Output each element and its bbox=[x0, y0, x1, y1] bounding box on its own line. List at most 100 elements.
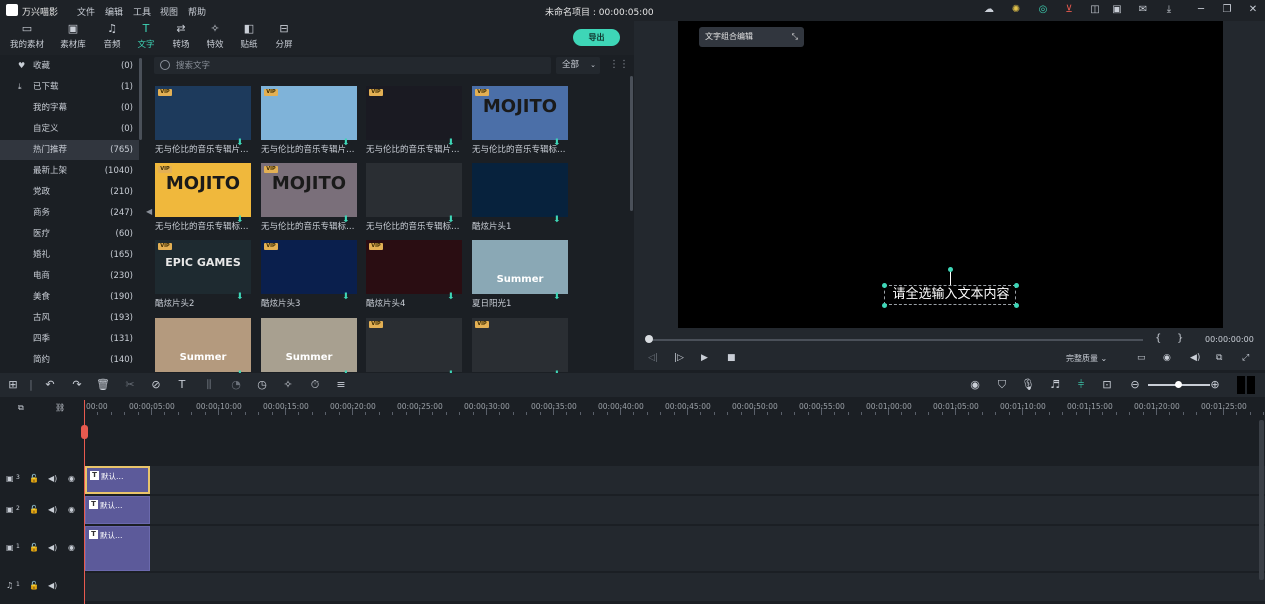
sidebar-item-medical[interactable]: 医疗 (60) bbox=[0, 224, 139, 244]
resize-handle-br[interactable] bbox=[1014, 303, 1019, 308]
cloud-icon[interactable]: ☁ bbox=[983, 4, 995, 16]
template-card[interactable]: ⬇ 酷炫片头1 bbox=[472, 163, 568, 232]
color-icon[interactable]: ◔ bbox=[229, 378, 243, 392]
template-card[interactable]: EPIC GAMES VIP ⬇ 酷炫片头2 bbox=[155, 240, 251, 309]
layout-toggle-right[interactable] bbox=[1247, 376, 1255, 394]
sidebar-item-wedding[interactable]: 婚礼 (165) bbox=[0, 245, 139, 265]
text-add-icon[interactable]: T bbox=[175, 378, 189, 392]
duration-icon[interactable]: ⏱ bbox=[308, 378, 322, 392]
no-speed-icon[interactable]: ⊘ bbox=[149, 378, 163, 392]
lock-icon[interactable]: 🔓 bbox=[29, 474, 39, 483]
microphone-icon[interactable]: 🎙 bbox=[1021, 378, 1035, 392]
layout-toggle-left[interactable] bbox=[1237, 376, 1245, 394]
menu-view[interactable]: 视图 bbox=[160, 5, 178, 18]
template-card[interactable]: VIP ⬇ 无与伦比的音乐专辑片… bbox=[366, 86, 462, 155]
sidebar-item-favorites[interactable]: ♥ 收藏 (0) bbox=[0, 56, 139, 76]
lightbulb-icon[interactable]: ✺ bbox=[1010, 4, 1022, 16]
template-card[interactable]: MOJITO VIP ⬇ 无与伦比的音乐专辑标… bbox=[155, 163, 251, 232]
template-card[interactable]: VIP ⬇ 无与伦比的音乐专辑片… bbox=[261, 86, 357, 155]
rotation-handle[interactable] bbox=[948, 267, 953, 272]
delete-icon[interactable]: 🗑 bbox=[96, 378, 110, 392]
track-row-3[interactable] bbox=[84, 466, 1265, 494]
collapse-sidebar-icon[interactable]: ◀ bbox=[146, 207, 152, 217]
monitor-icon[interactable]: ▭ bbox=[1137, 353, 1146, 363]
export-button[interactable]: 导出 bbox=[573, 29, 620, 46]
menu-edit[interactable]: 编辑 bbox=[105, 5, 123, 18]
quality-dropdown[interactable]: 完整质量 ⌄ bbox=[1066, 352, 1124, 366]
sidebar-item-seasons[interactable]: 四季 (131) bbox=[0, 329, 139, 349]
sidebar-item-simple[interactable]: 简约 (140) bbox=[0, 350, 139, 370]
resize-handle-tr[interactable] bbox=[1014, 283, 1019, 288]
layout-icon[interactable]: ⊞ bbox=[6, 378, 20, 392]
overlay-text[interactable]: 请全选输入文本内容 bbox=[885, 285, 1017, 305]
next-frame-icon[interactable]: |▷ bbox=[674, 353, 684, 363]
marker-icon[interactable]: ⛉ bbox=[995, 378, 1009, 392]
previous-frame-icon[interactable]: ◁| bbox=[648, 353, 658, 363]
zoom-out-icon[interactable]: ⊖ bbox=[1128, 378, 1142, 392]
sidebar-item-ecommerce[interactable]: 电商 (230) bbox=[0, 266, 139, 286]
eye-icon[interactable]: ◉ bbox=[68, 474, 75, 483]
lock-icon[interactable]: 🔓 bbox=[29, 505, 39, 514]
text-clip-track-2[interactable]: T 默认… bbox=[85, 496, 150, 524]
track-row-1[interactable] bbox=[84, 526, 1265, 571]
speed-icon[interactable]: ◷ bbox=[255, 378, 269, 392]
grid-view-icon[interactable]: ⋮⋮ bbox=[609, 59, 629, 71]
timeline-scrollbar[interactable] bbox=[1259, 420, 1264, 580]
stop-icon[interactable]: ■ bbox=[727, 353, 736, 363]
audio-icon[interactable]: ⫼ bbox=[202, 378, 216, 392]
text-clip-track-3[interactable]: T 默认… bbox=[85, 466, 150, 494]
cart-icon[interactable]: ⊻ bbox=[1063, 4, 1075, 16]
account-icon[interactable]: ◫ bbox=[1089, 4, 1101, 16]
playback-progress-bar[interactable] bbox=[649, 339, 1143, 341]
cut-icon[interactable]: ✂ bbox=[123, 378, 137, 392]
sidebar-item-party[interactable]: 党政 (210) bbox=[0, 182, 139, 202]
template-card[interactable]: VIP ⬇ 酷炫片头4 bbox=[366, 240, 462, 309]
template-card[interactable]: VIP ⬇ 无与伦比的音乐专辑片… bbox=[155, 86, 251, 155]
snapshot-icon[interactable]: ◉ bbox=[1163, 353, 1171, 363]
text-clip-track-1[interactable]: T 默认… bbox=[85, 526, 150, 571]
add-track-icon[interactable]: ⧉ bbox=[18, 403, 24, 413]
undo-icon[interactable]: ↶ bbox=[43, 378, 57, 392]
zoom-knob[interactable] bbox=[1175, 381, 1182, 388]
menu-tools[interactable]: 工具 bbox=[133, 5, 151, 18]
template-card[interactable]: VIP ⬇ 酷炫片头3 bbox=[261, 240, 357, 309]
template-card[interactable]: Summer ⬇ 夏日阳光1 bbox=[472, 240, 568, 309]
playhead-handle[interactable] bbox=[81, 425, 88, 439]
audio-track-row[interactable] bbox=[84, 573, 1265, 601]
eye-icon[interactable]: ◉ bbox=[68, 505, 75, 514]
speaker-icon[interactable]: ◀) bbox=[48, 505, 57, 514]
mark-out-button[interactable]: } bbox=[1177, 333, 1183, 344]
download-manager-icon[interactable]: ⤓ bbox=[1163, 4, 1175, 16]
tab-stock-media[interactable]: ▣ 素材库 bbox=[51, 21, 95, 55]
mark-in-button[interactable]: { bbox=[1155, 333, 1161, 344]
popout-icon[interactable]: ⧉ bbox=[1216, 353, 1222, 363]
zoom-in-icon[interactable]: ⊕ bbox=[1208, 378, 1222, 392]
render-icon[interactable]: ◉ bbox=[968, 378, 982, 392]
save-icon[interactable]: ▣ bbox=[1111, 4, 1123, 16]
speaker-icon[interactable]: ◀) bbox=[48, 474, 57, 483]
tab-my-media[interactable]: ▭ 我的素材 bbox=[5, 21, 49, 55]
close-icon[interactable]: ✕ bbox=[1247, 4, 1259, 16]
timeline-ruler[interactable]: 00:00 00:00:05:00 00:00:10:00 00:00:15:00 00… bbox=[84, 400, 1265, 418]
link-icon[interactable]: ⛓ bbox=[55, 403, 65, 412]
filter-dropdown[interactable]: 全部 ⌄ bbox=[556, 57, 600, 74]
restore-icon[interactable]: ❐ bbox=[1221, 4, 1233, 16]
sidebar-item-downloaded[interactable]: ⤓ 已下载 (1) bbox=[0, 77, 139, 97]
speaker-icon[interactable]: ◀) bbox=[48, 581, 57, 590]
sidebar-item-ancient[interactable]: 古风 (193) bbox=[0, 308, 139, 328]
text-combo-edit-button[interactable]: 文字组合编辑 ⤡ bbox=[699, 27, 804, 47]
play-icon[interactable]: ▶ bbox=[701, 353, 708, 363]
fullscreen-icon[interactable]: ⤢ bbox=[1242, 353, 1249, 363]
redo-icon[interactable]: ↷ bbox=[70, 378, 84, 392]
sidebar-item-hot[interactable]: 热门推荐 (765) bbox=[0, 140, 139, 160]
sidebar-item-custom[interactable]: 自定义 (0) bbox=[0, 119, 139, 139]
mail-icon[interactable]: ✉ bbox=[1137, 4, 1149, 16]
template-card[interactable]: MOJITO VIP ⬇ 无与伦比的音乐专辑标… bbox=[472, 86, 568, 155]
eye-icon[interactable]: ◉ bbox=[68, 543, 75, 552]
template-card[interactable]: MOJITO VIP ⬇ 无与伦比的音乐专辑标… bbox=[261, 163, 357, 232]
speaker-icon[interactable]: ◀) bbox=[48, 543, 57, 552]
sidebar-item-business[interactable]: 商务 (247) bbox=[0, 203, 139, 223]
menu-help[interactable]: 帮助 bbox=[188, 5, 206, 18]
sidebar-item-my-subtitles[interactable]: 我的字幕 (0) bbox=[0, 98, 139, 118]
tab-split-screen[interactable]: ⊟ 分屏 bbox=[262, 21, 306, 55]
